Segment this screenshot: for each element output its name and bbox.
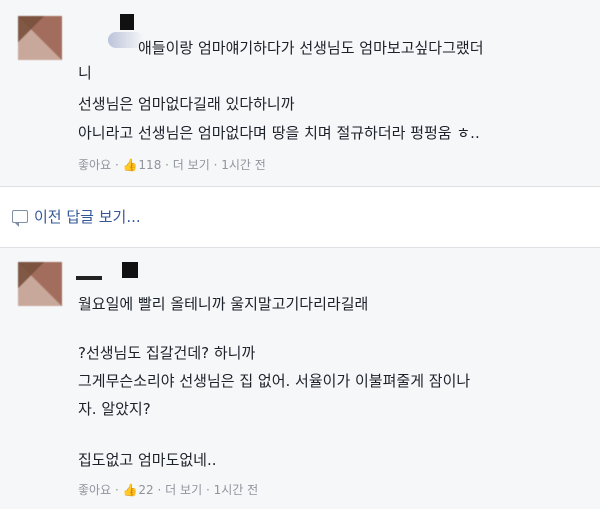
like-link[interactable]: 좋아요 xyxy=(78,158,111,172)
blurred-name[interactable] xyxy=(76,276,102,280)
avatar[interactable] xyxy=(18,16,62,60)
avatar[interactable] xyxy=(18,262,62,306)
thumbs-up-icon: 👍 xyxy=(122,483,138,497)
redacted-name-block xyxy=(120,14,134,30)
comment-text-line: 선생님은 엄마없다길래 있다하니까 xyxy=(78,95,295,113)
view-previous-replies-label: 이전 답글 보기... xyxy=(34,208,141,226)
comment-text-line: 자. 알았지? xyxy=(78,400,151,418)
comment-text-line: ?선생님도 집갈건데? 하니까 xyxy=(78,344,256,362)
view-previous-replies[interactable]: 이전 답글 보기... xyxy=(12,206,141,227)
thumbs-up-icon: 👍 xyxy=(122,158,138,172)
like-count[interactable]: 22 xyxy=(138,483,153,497)
see-more-link[interactable]: 더 보기 xyxy=(173,158,210,172)
like-count[interactable]: 118 xyxy=(138,158,161,172)
comment-text-line: 아니라고 선생님은 엄마없다며 땅을 치며 절규하더라 펑펑움 ㅎ.. xyxy=(78,124,480,142)
comment-text-line: 니 xyxy=(78,64,92,82)
comment-text-line: 월요일에 빨리 올테니까 울지말고기다리라길래 xyxy=(78,295,369,313)
comment-meta: 좋아요 · 👍 118 · 더 보기 · 1시간 전 xyxy=(78,158,266,172)
comment-text-line: 애들이랑 엄마얘기하다가 선생님도 엄마보고싶다그랬더 xyxy=(138,39,484,57)
timestamp[interactable]: 1시간 전 xyxy=(221,158,266,172)
comment-text-line: 집도없고 엄마도없네.. xyxy=(78,451,217,469)
see-more-link[interactable]: 더 보기 xyxy=(165,483,202,497)
divider xyxy=(0,186,600,187)
timestamp[interactable]: 1시간 전 xyxy=(214,483,259,497)
redacted-name-block xyxy=(122,262,138,278)
like-link[interactable]: 좋아요 xyxy=(78,483,111,497)
comment-bubble-icon xyxy=(12,210,28,227)
comment-meta: 좋아요 · 👍 22 · 더 보기 · 1시간 전 xyxy=(78,483,259,497)
comment-text-line: 그게무슨소리야 선생님은 집 없어. 서율이가 이불펴줄게 잠이나 xyxy=(78,372,471,390)
